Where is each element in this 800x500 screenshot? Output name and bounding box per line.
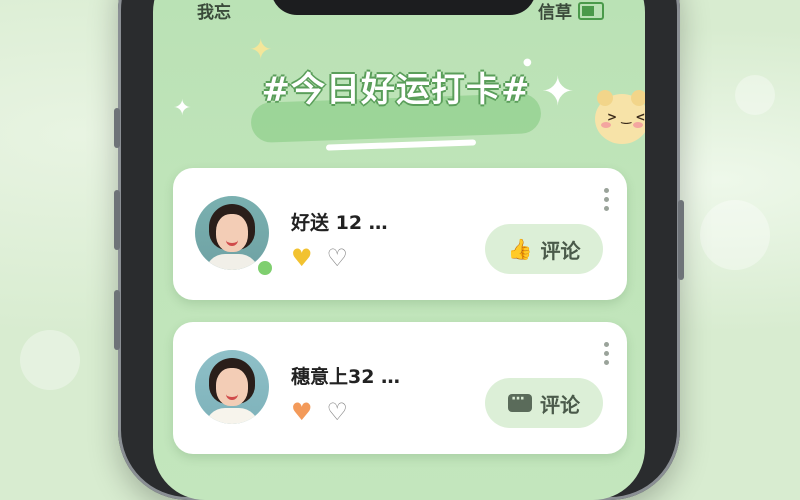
thumbs-up-icon: 👍	[507, 237, 533, 261]
mascot-bear-icon: > ‿ <	[595, 90, 645, 144]
app-screen: 我忘 信草 ✦ ✦ ✦ ● #今日好运打卡# > ‿ < 好送 12 … ♥ ♡…	[153, 0, 645, 500]
background-bubble	[20, 330, 80, 390]
comment-button-label: 评论	[540, 392, 580, 417]
title-underline	[325, 139, 477, 151]
comment-button[interactable]: 👍 评论	[485, 224, 603, 274]
status-bar-left: 我忘	[197, 3, 231, 23]
outline-heart-icon[interactable]: ♡	[327, 246, 349, 270]
background-bubble	[735, 75, 775, 115]
sparkle-icon: ✦	[173, 96, 192, 121]
status-bar-carrier: 信草	[538, 3, 572, 23]
page-title-block: #今日好运打卡#	[231, 60, 561, 151]
phone-side-button	[678, 200, 684, 280]
more-options-icon[interactable]	[604, 342, 609, 365]
background-bubble	[700, 200, 770, 270]
comment-button[interactable]: 评论	[485, 378, 603, 428]
reaction-hearts: ♥ ♡	[291, 400, 348, 424]
reaction-hearts: ♥ ♡	[291, 246, 348, 270]
yellow-heart-icon[interactable]: ♥	[291, 246, 313, 270]
chat-bubble-icon	[508, 391, 532, 412]
post-username[interactable]: 穗意上32 …	[291, 362, 400, 389]
mascot-cheek	[633, 122, 643, 128]
phone-side-button	[114, 190, 120, 250]
comment-button-label: 评论	[540, 238, 581, 263]
phone-notch	[271, 0, 536, 15]
phone-side-button	[114, 108, 120, 148]
battery-icon	[578, 1, 604, 20]
avatar[interactable]	[195, 350, 269, 424]
mascot-cheek	[601, 122, 611, 128]
post-username[interactable]: 好送 12 …	[291, 208, 388, 235]
post-card[interactable]: 穗意上32 … ♥ ♡ 评论	[173, 322, 627, 454]
page-title: #今日好运打卡#	[261, 70, 531, 110]
outline-heart-icon[interactable]: ♡	[327, 400, 349, 424]
status-bar-right: 信草	[538, 0, 604, 23]
orange-heart-icon[interactable]: ♥	[291, 400, 313, 424]
mascot-ear	[631, 90, 645, 106]
post-card[interactable]: 好送 12 … ♥ ♡ 👍 评论	[173, 168, 627, 300]
avatar[interactable]	[195, 196, 269, 270]
phone-side-button	[114, 290, 120, 350]
mascot-ear	[597, 90, 613, 106]
online-status-dot	[255, 258, 275, 278]
more-options-icon[interactable]	[604, 188, 609, 211]
